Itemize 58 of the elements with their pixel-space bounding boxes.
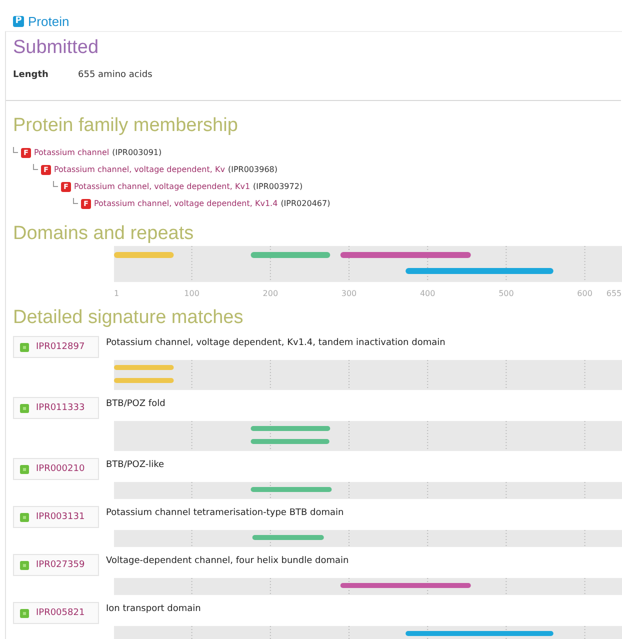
entry-type-icon bbox=[20, 464, 29, 474]
match-bar[interactable] bbox=[406, 631, 554, 636]
accession-link[interactable]: IPR000210 bbox=[13, 458, 99, 480]
match-bar[interactable] bbox=[114, 365, 174, 370]
tree-connector-icon bbox=[33, 164, 38, 170]
accession-text: (IPR003972) bbox=[253, 182, 303, 191]
family-link[interactable]: Potassium channel, voltage dependent, Kv1.4 bbox=[94, 199, 278, 208]
section-heading: Submitted bbox=[13, 36, 100, 60]
family-link[interactable]: Potassium channel, voltage dependent, Kv1 bbox=[74, 182, 250, 191]
axis-tick-label: 200 bbox=[262, 289, 278, 298]
axis-tick-label: 600 bbox=[577, 289, 592, 298]
accession-text: (IPR020467) bbox=[280, 199, 330, 208]
domain-bar[interactable] bbox=[114, 252, 174, 258]
entry-type-icon bbox=[20, 342, 29, 352]
section-heading: Domains and repeats bbox=[13, 222, 195, 246]
axis-tick-label: 1 bbox=[114, 289, 120, 298]
signature-description: Voltage-dependent channel, four helix bundle domain bbox=[106, 555, 349, 566]
family-link[interactable]: Potassium channel bbox=[34, 148, 110, 157]
axis-tick-label: 100 bbox=[184, 289, 200, 298]
domain-bar[interactable] bbox=[250, 252, 330, 258]
match-bar[interactable] bbox=[250, 439, 330, 444]
entry-type-icon bbox=[20, 608, 29, 618]
section-heading: Detailed signature matches bbox=[13, 306, 244, 330]
match-bar[interactable] bbox=[340, 583, 471, 588]
family-link[interactable]: Potassium channel, voltage dependent, Kv bbox=[54, 165, 225, 174]
entry-type-icon bbox=[20, 404, 29, 412]
match-bar[interactable] bbox=[250, 487, 332, 492]
section-heading: Protein family membership bbox=[13, 114, 239, 138]
signature-description: Potassium channel tetramerisation-type BTB domain bbox=[106, 507, 344, 518]
field-value: 655 amino acids bbox=[78, 70, 152, 80]
accession-link[interactable]: IPR027359 bbox=[13, 554, 99, 576]
signature-description: BTB/POZ-like bbox=[106, 459, 164, 470]
axis-tick-label: 500 bbox=[498, 289, 514, 298]
field-label: Length bbox=[13, 70, 50, 80]
match-bar[interactable] bbox=[250, 426, 330, 431]
accession-link[interactable]: IPR005821 bbox=[13, 602, 99, 624]
accession-link[interactable]: IPR011333 bbox=[13, 397, 99, 419]
tree-connector-icon bbox=[73, 198, 78, 204]
axis-tick-label: 655 bbox=[606, 289, 622, 298]
domain-bar[interactable] bbox=[340, 252, 471, 258]
domain-bar[interactable] bbox=[406, 268, 554, 274]
page-title: Protein bbox=[28, 14, 70, 28]
entry-type-icon bbox=[20, 512, 29, 522]
accession-link[interactable]: IPR003131 bbox=[13, 506, 99, 528]
match-bar[interactable] bbox=[252, 535, 324, 540]
accession-link[interactable]: IPR012897 bbox=[13, 336, 99, 358]
accession-text: (IPR003091) bbox=[112, 148, 162, 157]
accession-text: (IPR003968) bbox=[228, 165, 278, 174]
signature-description: Ion transport domain bbox=[106, 603, 201, 614]
axis-tick-label: 400 bbox=[420, 289, 436, 298]
entry-type-icon bbox=[20, 560, 29, 570]
axis-tick-label: 300 bbox=[341, 289, 357, 298]
tree-connector-icon bbox=[13, 147, 18, 153]
match-bar[interactable] bbox=[114, 378, 174, 383]
signature-description: BTB/POZ fold bbox=[106, 398, 166, 409]
protein-badge: P bbox=[13, 16, 24, 26]
tree-connector-icon bbox=[53, 181, 58, 187]
signature-description: Potassium channel, voltage dependent, Kv1.4, tandem inactivation domain bbox=[106, 337, 446, 348]
